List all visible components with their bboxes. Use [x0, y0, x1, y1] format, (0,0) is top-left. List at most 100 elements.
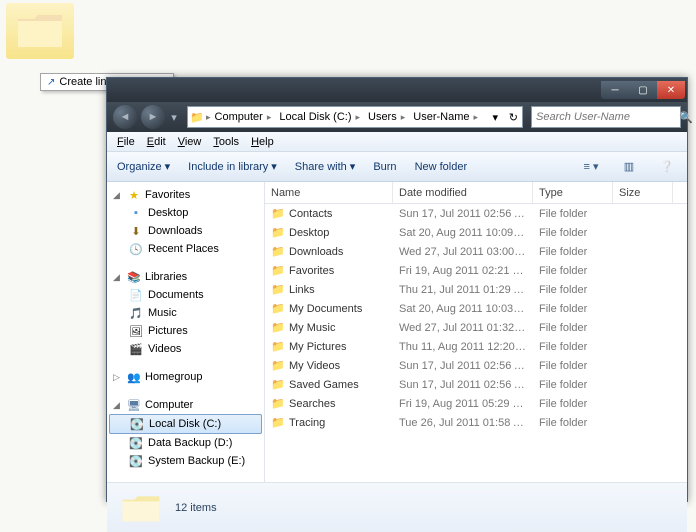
- burn-button[interactable]: Burn: [373, 161, 396, 173]
- sidebar-favorites[interactable]: ◢★Favorites: [107, 186, 264, 204]
- file-name: Desktop: [289, 227, 329, 239]
- file-type: File folder: [533, 379, 613, 391]
- documents-icon: 📄: [129, 288, 143, 302]
- sidebar-item-music[interactable]: 🎵Music: [107, 304, 264, 322]
- refresh-button[interactable]: ↻: [502, 111, 522, 124]
- file-type: File folder: [533, 322, 613, 334]
- file-row[interactable]: 📁LinksThu 21, Jul 2011 01:29 AMFile fold…: [265, 280, 687, 299]
- folder-icon: 📁: [271, 321, 285, 335]
- sidebar-item-pictures[interactable]: 🖼Pictures: [107, 322, 264, 340]
- menu-edit[interactable]: Edit: [141, 134, 172, 150]
- file-date: Thu 11, Aug 2011 12:20 AM: [393, 341, 533, 353]
- file-row[interactable]: 📁FavoritesFri 19, Aug 2011 02:21 PMFile …: [265, 261, 687, 280]
- column-name[interactable]: Name: [265, 182, 393, 203]
- file-row[interactable]: 📁Saved GamesSun 17, Jul 2011 02:56 AMFil…: [265, 375, 687, 394]
- sidebar-item-systembackup[interactable]: 💽System Backup (E:): [107, 452, 264, 470]
- sidebar-item-documents[interactable]: 📄Documents: [107, 286, 264, 304]
- folder-icon: 📁: [271, 340, 285, 354]
- file-row[interactable]: 📁My VideosSun 17, Jul 2011 02:56 AMFile …: [265, 356, 687, 375]
- file-name: Favorites: [289, 265, 334, 277]
- sidebar-item-localdisk[interactable]: 💽Local Disk (C:): [109, 414, 262, 434]
- help-button[interactable]: ❔: [657, 157, 677, 177]
- include-in-library-button[interactable]: Include in library ▾: [188, 160, 277, 173]
- menu-tools[interactable]: Tools: [207, 134, 245, 150]
- drive-icon: 💽: [130, 417, 144, 431]
- bc-username[interactable]: User-Name▸: [409, 107, 482, 127]
- sidebar-libraries[interactable]: ◢📚Libraries: [107, 268, 264, 286]
- bc-users[interactable]: Users▸: [364, 107, 409, 127]
- file-row[interactable]: 📁TracingTue 26, Jul 2011 01:58 AMFile fo…: [265, 413, 687, 432]
- file-date: Sun 17, Jul 2011 02:56 AM: [393, 360, 533, 372]
- sidebar-item-recent[interactable]: 🕓Recent Places: [107, 240, 264, 258]
- folder-icon: 📁: [271, 359, 285, 373]
- breadcrumb[interactable]: 📁 ▸ Computer▸ Local Disk (C:)▸ Users▸ Us…: [187, 106, 523, 128]
- maximize-button[interactable]: ▢: [629, 81, 657, 99]
- file-row[interactable]: 📁DownloadsWed 27, Jul 2011 03:00 AMFile …: [265, 242, 687, 261]
- breadcrumb-root-icon[interactable]: 📁: [188, 111, 206, 124]
- menu-file[interactable]: FFileile: [111, 134, 141, 150]
- file-name: My Music: [289, 322, 335, 334]
- column-type[interactable]: Type: [533, 182, 613, 203]
- file-date: Sun 17, Jul 2011 02:56 AM: [393, 208, 533, 220]
- sidebar-item-databackup[interactable]: 💽Data Backup (D:): [107, 434, 264, 452]
- file-date: Tue 26, Jul 2011 01:58 AM: [393, 417, 533, 429]
- drive-icon: 💽: [129, 454, 143, 468]
- menu-view[interactable]: View: [172, 134, 208, 150]
- folder-icon: 📁: [271, 226, 285, 240]
- file-row[interactable]: 📁DesktopSat 20, Aug 2011 10:09 PMFile fo…: [265, 223, 687, 242]
- forward-button[interactable]: ►: [141, 105, 165, 129]
- file-type: File folder: [533, 417, 613, 429]
- view-mode-button[interactable]: ≡ ▾: [581, 157, 601, 177]
- close-button[interactable]: ✕: [657, 81, 685, 99]
- homegroup-icon: 👥: [127, 370, 141, 384]
- file-type: File folder: [533, 227, 613, 239]
- search-box[interactable]: 🔍: [531, 106, 681, 128]
- minimize-button[interactable]: ─: [601, 81, 629, 99]
- drive-icon: 💽: [129, 436, 143, 450]
- preview-pane-button[interactable]: ▥: [619, 157, 639, 177]
- desktop-drag-folder[interactable]: [6, 3, 74, 59]
- column-date[interactable]: Date modified: [393, 182, 533, 203]
- titlebar[interactable]: ─ ▢ ✕: [107, 78, 687, 102]
- share-with-button[interactable]: Share with ▾: [295, 160, 356, 173]
- file-row[interactable]: 📁SearchesFri 19, Aug 2011 05:29 PMFile f…: [265, 394, 687, 413]
- folder-icon: [16, 11, 64, 51]
- file-name: Links: [289, 284, 315, 296]
- file-type: File folder: [533, 398, 613, 410]
- file-date: Wed 27, Jul 2011 03:00 AM: [393, 246, 533, 258]
- file-name: Tracing: [289, 417, 325, 429]
- search-icon[interactable]: 🔍: [679, 111, 693, 124]
- sidebar-item-downloads[interactable]: ⬇Downloads: [107, 222, 264, 240]
- search-input[interactable]: [536, 111, 679, 123]
- file-row[interactable]: 📁My MusicWed 27, Jul 2011 01:32 AMFile f…: [265, 318, 687, 337]
- bc-computer[interactable]: Computer▸: [211, 107, 276, 127]
- sidebar-item-desktop[interactable]: ▪Desktop: [107, 204, 264, 222]
- file-name: My Pictures: [289, 341, 346, 353]
- sidebar-item-videos[interactable]: 🎬Videos: [107, 340, 264, 358]
- sidebar-network[interactable]: ▷🖧Network: [107, 480, 264, 482]
- sidebar-computer[interactable]: ◢🖥Computer: [107, 396, 264, 414]
- file-row[interactable]: 📁 My Pictures Thu 11, Aug 2011 12:20 AMFil…: [265, 337, 687, 356]
- file-row[interactable]: 📁My DocumentsSat 20, Aug 2011 10:03 PMFi…: [265, 299, 687, 318]
- file-date: Fri 19, Aug 2011 02:21 PM: [393, 265, 533, 277]
- folder-icon: 📁: [271, 397, 285, 411]
- file-type: File folder: [533, 341, 613, 353]
- history-dropdown[interactable]: ▾: [169, 105, 179, 129]
- sidebar-homegroup[interactable]: ▷👥Homegroup: [107, 368, 264, 386]
- file-type: File folder: [533, 284, 613, 296]
- menu-help[interactable]: Help: [245, 134, 280, 150]
- file-row[interactable]: 📁ContactsSun 17, Jul 2011 02:56 AMFile f…: [265, 204, 687, 223]
- pictures-icon: 🖼: [129, 324, 143, 338]
- organize-button[interactable]: Organize ▾: [117, 160, 170, 173]
- breadcrumb-dropdown[interactable]: ▾: [482, 111, 502, 124]
- file-list: Name Date modified Type Size 📁ContactsSu…: [265, 182, 687, 482]
- bc-localdisk[interactable]: Local Disk (C:)▸: [275, 107, 364, 127]
- back-button[interactable]: ◄: [113, 105, 137, 129]
- file-type: File folder: [533, 265, 613, 277]
- library-icon: 📚: [127, 270, 141, 284]
- column-size[interactable]: Size: [613, 182, 673, 203]
- column-headers: Name Date modified Type Size: [265, 182, 687, 204]
- folder-icon: 📁: [271, 378, 285, 392]
- file-name: Downloads: [289, 246, 343, 258]
- new-folder-button[interactable]: New folder: [415, 161, 468, 173]
